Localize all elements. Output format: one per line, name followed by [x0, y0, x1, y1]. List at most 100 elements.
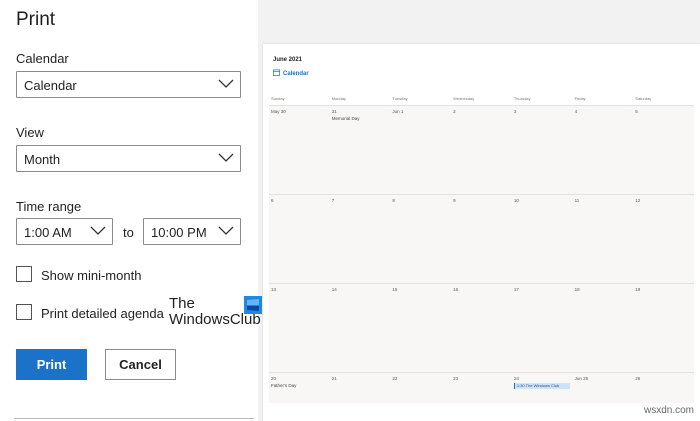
day-header: Saturday: [635, 96, 652, 101]
print-detailed-agenda-label[interactable]: Print detailed agenda: [41, 306, 164, 321]
day-number: 4: [574, 109, 578, 114]
calendar-event: Memorial Day: [331, 116, 360, 121]
day-cell: 2: [451, 106, 512, 195]
day-cell: 19: [633, 284, 694, 373]
cancel-button[interactable]: Cancel: [105, 349, 176, 380]
start-time-select[interactable]: 1:00 AM: [16, 218, 113, 245]
day-number: 22: [392, 376, 398, 381]
day-number: 15: [392, 287, 398, 292]
view-label: View: [16, 125, 44, 140]
day-number: 19: [635, 287, 641, 292]
print-button[interactable]: Print: [16, 349, 87, 380]
day-number: 14: [331, 287, 337, 292]
calendar-event: Father's Day: [271, 383, 297, 388]
day-cell: 10: [512, 195, 573, 284]
site-credit: wsxdn.com: [643, 405, 694, 416]
calendar-select-value: Calendar: [24, 78, 77, 93]
print-panel: Print Calendar Calendar View Month Time …: [0, 0, 258, 421]
day-cell: 8: [390, 195, 451, 284]
calendar-select[interactable]: Calendar: [16, 71, 241, 98]
day-header: Monday: [331, 96, 346, 101]
day-number: Jun 1: [392, 109, 404, 114]
week-row: May 30 31 Memorial Day Jun 1 2 3 4 5: [269, 105, 694, 195]
day-number: 26: [635, 376, 641, 381]
view-select-value: Month: [24, 152, 61, 167]
time-range-label: Time range: [16, 199, 82, 214]
start-time-value: 1:00 AM: [24, 225, 72, 240]
preview-page: June 2021 Calendar Sunday Monday Tuesday We…: [263, 44, 700, 421]
day-cell: Jun 1: [390, 106, 451, 195]
day-cell: 18: [573, 284, 634, 373]
day-number: 6: [271, 198, 274, 203]
day-cell: 13: [269, 284, 330, 373]
day-number: 7: [331, 198, 335, 203]
day-header: Friday: [574, 96, 586, 101]
chevron-down-icon: [90, 226, 106, 235]
day-header: Tuesday: [392, 96, 408, 101]
day-number: 17: [513, 287, 519, 292]
day-number: 23: [453, 376, 459, 381]
day-cell: 26: [633, 373, 694, 403]
show-mini-month-label[interactable]: Show mini-month: [41, 268, 141, 283]
day-number: 21: [331, 376, 337, 381]
preview-calendar-name: Calendar: [273, 69, 309, 77]
day-cell: 3: [512, 106, 573, 195]
day-cell: 24 1:30 The Windows Club: [512, 373, 573, 403]
day-cell: May 30: [269, 106, 330, 195]
day-number: 11: [574, 198, 580, 203]
week-row: 20 Father's Day 21 22 23 24 1:30 The Windows C…: [269, 372, 694, 403]
day-number: 3: [513, 109, 517, 114]
day-cell: 17: [512, 284, 573, 373]
day-number: 12: [635, 198, 641, 203]
day-number: 8: [392, 198, 395, 203]
chevron-down-icon: [218, 226, 234, 235]
week-row: 13 14 15 16 17 18 19: [269, 283, 694, 373]
day-number: 5: [635, 109, 638, 114]
day-number: 31: [331, 109, 337, 114]
day-header: Sunday: [271, 96, 285, 101]
day-cell: 22: [390, 373, 451, 403]
panel-title: Print: [16, 9, 56, 30]
day-header: Thursday: [513, 96, 531, 101]
end-time-select[interactable]: 10:00 PM: [143, 218, 241, 245]
day-cell: 14: [330, 284, 391, 373]
watermark-line-1: The: [169, 295, 195, 312]
day-cell: 20 Father's Day: [269, 373, 330, 403]
end-time-value: 10:00 PM: [151, 225, 207, 240]
day-cell: 4: [573, 106, 634, 195]
day-number: 9: [453, 198, 456, 203]
day-cell: 23: [451, 373, 512, 403]
calendar-label: Calendar: [16, 51, 69, 66]
day-number: Jun 25: [574, 376, 589, 381]
print-detailed-agenda-checkbox[interactable]: [16, 304, 32, 320]
day-number: May 30: [271, 109, 286, 114]
view-select[interactable]: Month: [16, 145, 241, 172]
day-cell: 5: [633, 106, 694, 195]
day-number: 13: [271, 287, 277, 292]
chevron-down-icon: [218, 153, 234, 162]
day-cell: 9: [451, 195, 512, 284]
week-row: 6 7 8 9 10 11 12: [269, 194, 694, 284]
day-cell: 7: [330, 195, 391, 284]
windows-club-logo-icon: [244, 296, 262, 314]
day-cell: 16: [451, 284, 512, 373]
calendar-icon: [273, 69, 280, 76]
day-number: 18: [574, 287, 580, 292]
day-cell: 11: [573, 195, 634, 284]
day-cell: 12: [633, 195, 694, 284]
chevron-down-icon: [218, 79, 234, 88]
day-number: 20: [271, 376, 277, 381]
day-number: 10: [513, 198, 519, 203]
day-header: Wednesday: [453, 96, 475, 101]
day-cell: 6: [269, 195, 330, 284]
to-label: to: [123, 225, 134, 240]
day-number: 2: [453, 109, 456, 114]
divider: [14, 418, 254, 419]
show-mini-month-checkbox[interactable]: [16, 266, 32, 282]
day-cell: 31 Memorial Day: [330, 106, 391, 195]
preview-calendar-name-text: Calendar: [283, 71, 309, 77]
day-number: 24: [513, 376, 519, 381]
calendar-event: 1:30 The Windows Club: [513, 383, 570, 389]
day-cell: 15: [390, 284, 451, 373]
day-cell: 21: [330, 373, 391, 403]
